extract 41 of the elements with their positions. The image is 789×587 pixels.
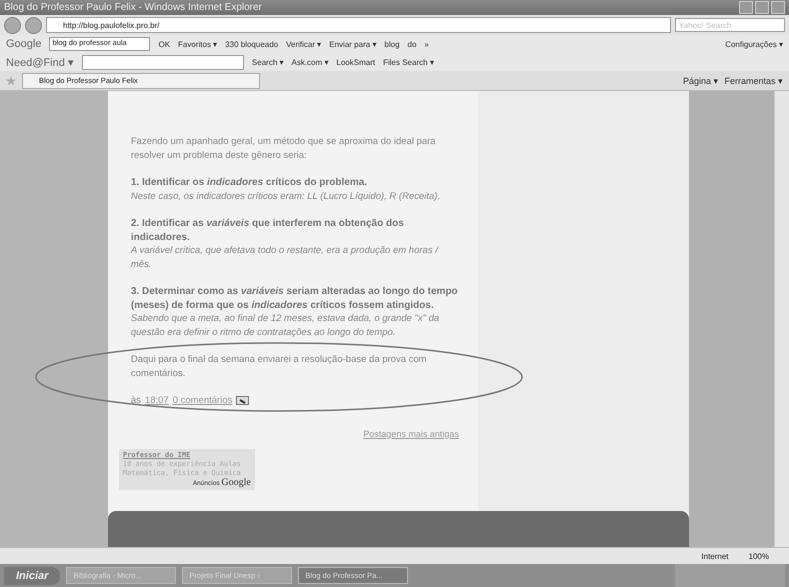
settings-menu[interactable]: Configurações ▾: [725, 40, 783, 48]
toolbar-item[interactable]: Enviar para ▾: [329, 40, 376, 48]
command-menu[interactable]: Página ▾: [682, 76, 718, 86]
back-button[interactable]: [4, 16, 21, 34]
zone-label: Internet: [701, 552, 729, 560]
step-heading: 3. Determinar como as variáveis seriam alteradas ao longo do tempo (meses) de forma que os indicadores críticos fossem atingidos.: [130, 285, 459, 312]
toolbar-item[interactable]: 330 bloqueado: [225, 40, 278, 48]
start-button[interactable]: Iniciar: [4, 566, 60, 584]
close-button[interactable]: [771, 1, 785, 14]
toolbar-item[interactable]: Verificar ▾: [286, 40, 322, 48]
window-title: Blog do Professor Paulo Felix - Windows Internet Explorer: [4, 2, 262, 13]
toolbar-item[interactable]: OK: [158, 40, 170, 48]
toolbar-item[interactable]: »: [424, 40, 429, 48]
toolbar-item[interactable]: blog: [384, 40, 400, 48]
forward-button[interactable]: [25, 16, 42, 34]
scrollbar[interactable]: [774, 91, 789, 547]
favorites-star-icon[interactable]: [6, 76, 16, 86]
step-heading: 2. Identificar as variáveis que interferem na obtenção dos indicadores.: [130, 217, 405, 244]
toolbar-item[interactable]: Favoritos ▾: [178, 40, 218, 48]
minimize-button[interactable]: [739, 1, 753, 14]
toolbar-item[interactable]: do: [408, 40, 416, 48]
command-menu[interactable]: Ferramentas ▾: [724, 76, 783, 86]
post-prefix: às: [130, 394, 141, 408]
toolbar-logo: Need@Find ▾: [6, 56, 74, 68]
toolbar-logo: Google: [6, 38, 42, 50]
maximize-button[interactable]: [755, 1, 769, 14]
step-note: A variável crítica, que afetava todo o restante, era a produção em horas / mês.: [130, 244, 440, 271]
address-field[interactable]: http://blog.paulofelix.pro.br/: [46, 17, 671, 33]
step-note: Neste caso, os indicadores críticos eram: LL (Lucro Líquido), R (Receita).: [130, 190, 442, 203]
intro-paragraph: Fazendo um apanhado geral, um método que se aproxima do ideal para resolver um problema deste gênero seria:: [130, 135, 437, 162]
toolbar-item[interactable]: Search ▾: [252, 58, 284, 66]
step-note: Sabendo que a meta, ao final de 12 meses, estava dada, o grande "x" da questão era definir o ritmo de contratações ao longo do tempo.: [130, 312, 440, 339]
toolbar-item[interactable]: Ask.com ▾: [292, 58, 328, 66]
search-field[interactable]: Yahoo! Search: [675, 18, 785, 32]
toolbar-item[interactable]: Files Search ▾: [383, 58, 434, 66]
email-icon[interactable]: [236, 396, 250, 406]
zoom-level[interactable]: 100%: [748, 552, 769, 560]
toolbar-item[interactable]: LookSmart: [336, 58, 376, 66]
toolbar-search-field[interactable]: [82, 54, 244, 70]
closing-paragraph: Daqui para o final da semana enviarei a resolução-base da prova com comentários.: [130, 353, 428, 380]
step-heading: 1. Identificar os indicadores críticos do problema.: [130, 176, 368, 190]
